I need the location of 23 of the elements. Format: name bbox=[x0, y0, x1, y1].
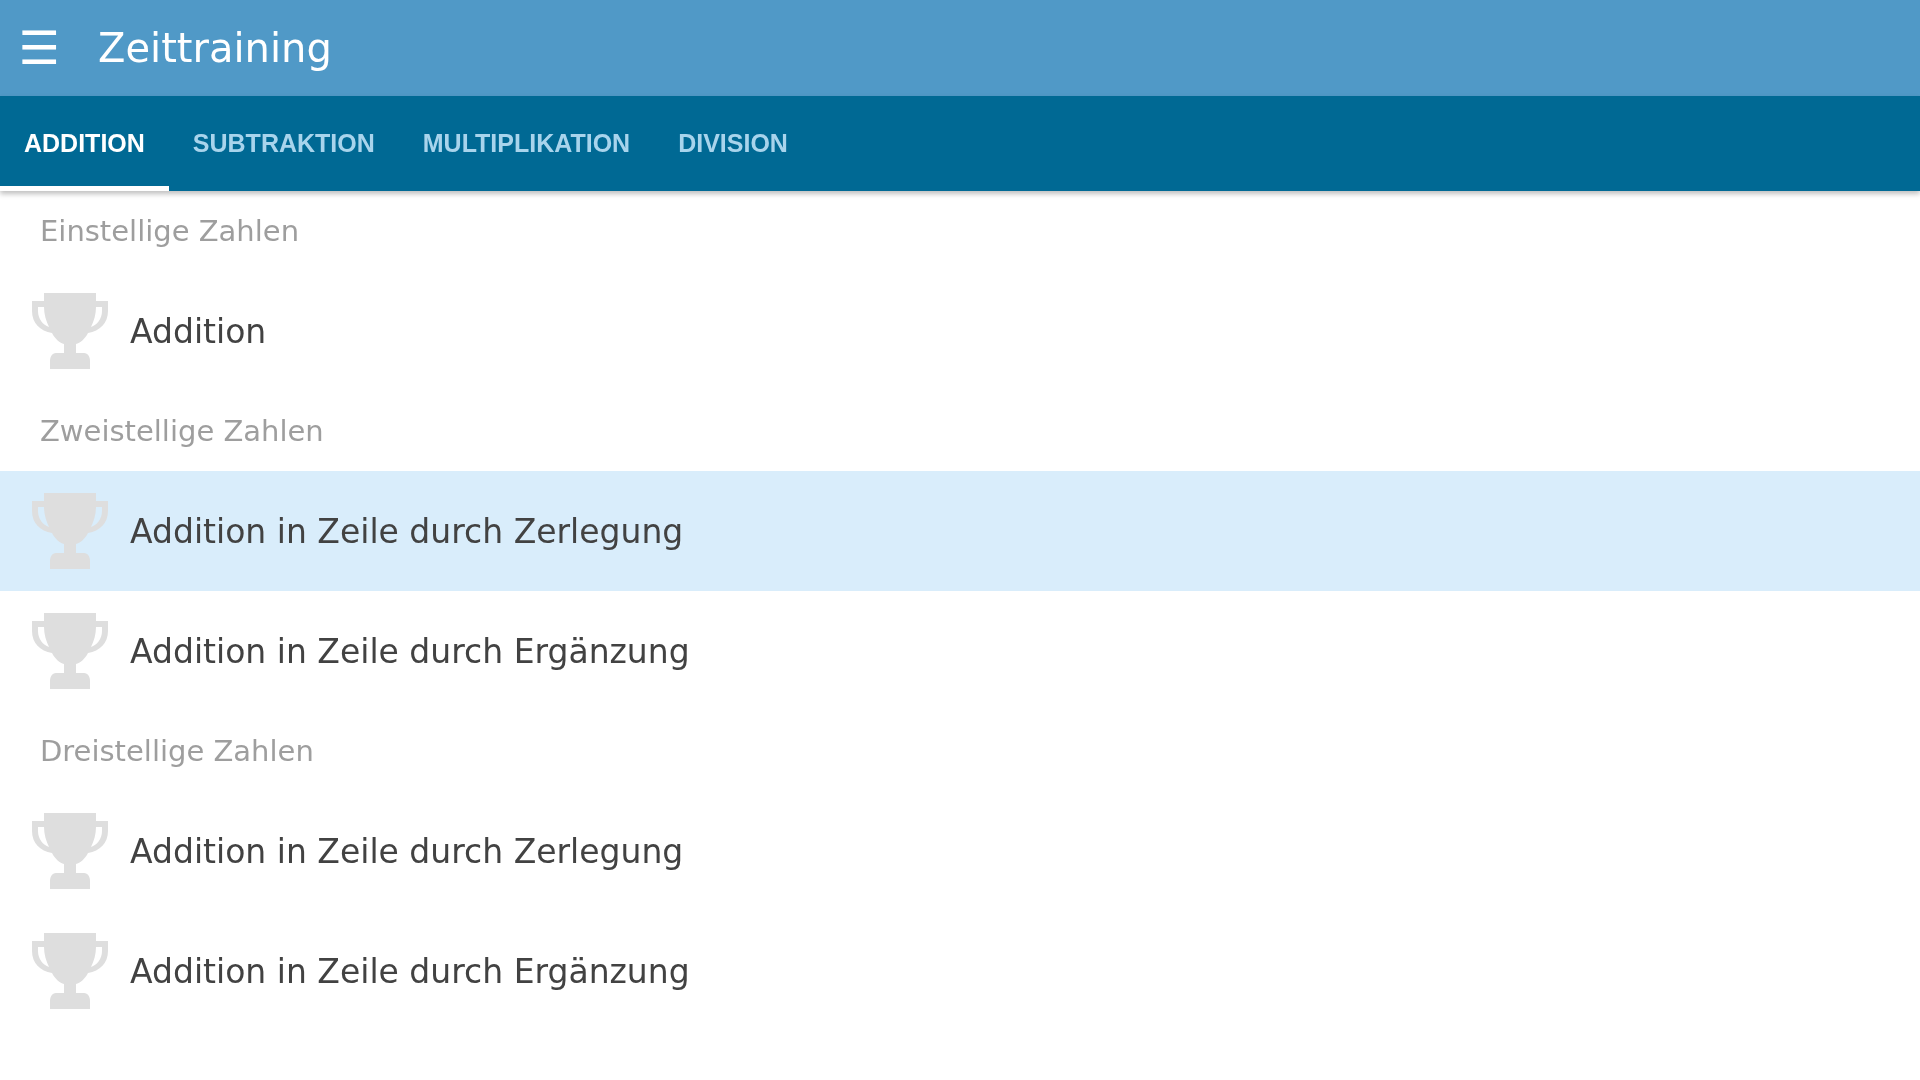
trophy-icon bbox=[30, 811, 110, 891]
list-item[interactable]: Addition in Zeile durch Zerlegung bbox=[0, 471, 1920, 591]
section-header: Einstellige Zahlen bbox=[40, 214, 300, 248]
item-label: Addition in Zeile durch Ergänzung bbox=[130, 631, 690, 671]
trophy-icon bbox=[30, 291, 110, 371]
section-header: Zweistellige Zahlen bbox=[40, 414, 324, 448]
list-item[interactable]: Addition in Zeile durch Ergänzung bbox=[0, 591, 1920, 711]
item-label: Addition in Zeile durch Zerlegung bbox=[130, 511, 684, 551]
item-label: Addition bbox=[130, 311, 267, 351]
tab[interactable]: ADDITION bbox=[0, 96, 169, 191]
list-item[interactable]: Addition bbox=[0, 271, 1920, 391]
trophy-icon bbox=[30, 611, 110, 691]
list-item[interactable]: Addition in Zeile durch Zerlegung bbox=[0, 791, 1920, 911]
list-item[interactable]: Addition in Zeile durch Ergänzung bbox=[0, 911, 1920, 1031]
app-title: Zeittraining bbox=[98, 25, 332, 71]
tab[interactable]: MULTIPLIKATION bbox=[398, 96, 655, 191]
item-label: Addition in Zeile durch Ergänzung bbox=[130, 951, 690, 991]
trophy-icon bbox=[30, 491, 110, 571]
item-label: Addition in Zeile durch Zerlegung bbox=[130, 831, 684, 871]
tab[interactable]: DIVISION bbox=[654, 96, 812, 191]
section-header: Dreistellige Zahlen bbox=[40, 734, 314, 768]
tab[interactable]: SUBTRAKTION bbox=[168, 96, 399, 191]
trophy-icon bbox=[30, 931, 110, 1011]
